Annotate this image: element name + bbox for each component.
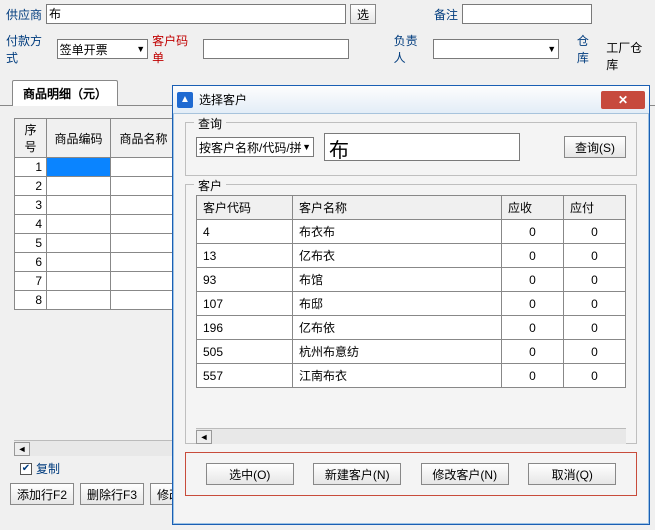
table-row[interactable]: 557江南布衣00 — [197, 364, 626, 388]
col-ap: 应付 — [564, 196, 626, 220]
col-index: 序号 — [15, 119, 47, 158]
scroll-left-icon[interactable]: ◄ — [196, 430, 212, 444]
customer-grid[interactable]: 客户代码 客户名称 应收 应付 4布衣布0013亿布衣0093布馆00107布邸… — [196, 195, 626, 388]
scroll-left-icon[interactable]: ◄ — [14, 442, 30, 456]
col-cust-name: 客户名称 — [293, 196, 502, 220]
query-by-value: 按客户名称/代码/拼 — [199, 139, 302, 156]
select-button[interactable]: 选 — [350, 4, 376, 24]
chevron-down-icon: ▼ — [136, 44, 145, 54]
pay-label: 付款方式 — [6, 32, 53, 66]
owner-combo[interactable]: ▼ — [433, 39, 559, 59]
col-cust-code: 客户代码 — [197, 196, 293, 220]
table-row[interactable]: 5 — [15, 234, 177, 253]
table-row[interactable]: 505杭州布意纺00 — [197, 340, 626, 364]
table-row[interactable]: 3 — [15, 196, 177, 215]
col-ar: 应收 — [502, 196, 564, 220]
tab-products[interactable]: 商品明细（元） — [12, 80, 118, 106]
dialog-title: 选择客户 — [199, 91, 247, 108]
table-row[interactable]: 4 — [15, 215, 177, 234]
edit-customer-button[interactable]: 修改客户(N) — [421, 463, 509, 485]
del-row-button[interactable]: 删除行F3 — [80, 483, 144, 505]
query-by-combo[interactable]: 按客户名称/代码/拼 ▼ — [196, 137, 314, 157]
chevron-down-icon: ▼ — [302, 142, 311, 152]
query-button[interactable]: 查询(S) — [564, 136, 626, 158]
table-row[interactable]: 6 — [15, 253, 177, 272]
owner-label: 负责人 — [394, 32, 429, 66]
cust-code-input[interactable] — [203, 39, 349, 59]
dialog-button-row: 选中(O) 新建客户(N) 修改客户(N) 取消(Q) — [185, 452, 637, 496]
query-group-title: 查询 — [194, 115, 226, 132]
select-customer-dialog: ▲ 选择客户 ✕ 查询 按客户名称/代码/拼 ▼ 布 查询(S) 客户 客户代码… — [172, 85, 650, 525]
remark-input[interactable] — [462, 4, 592, 24]
copy-label: 复制 — [36, 460, 60, 477]
supplier-label: 供应商 — [6, 6, 42, 23]
warehouse-label: 仓库 — [577, 32, 600, 66]
app-icon: ▲ — [177, 92, 193, 108]
select-button-dlg[interactable]: 选中(O) — [206, 463, 294, 485]
cancel-button[interactable]: 取消(Q) — [528, 463, 616, 485]
table-row[interactable]: 1 — [15, 158, 177, 177]
add-row-button[interactable]: 添加行F2 — [10, 483, 74, 505]
chevron-down-icon: ▼ — [547, 44, 556, 54]
cust-code-label: 客户码单 — [152, 32, 199, 66]
col-code: 商品编码 — [47, 119, 111, 158]
new-customer-button[interactable]: 新建客户(N) — [313, 463, 401, 485]
warehouse-value: 工厂仓库 — [604, 39, 649, 59]
table-row[interactable]: 196亿布依00 — [197, 316, 626, 340]
table-row[interactable]: 4布衣布00 — [197, 220, 626, 244]
checkbox-icon: ✔ — [20, 463, 32, 475]
remark-label: 备注 — [434, 6, 458, 23]
pay-combo[interactable]: 签单开票 ▼ — [57, 39, 149, 59]
close-button[interactable]: ✕ — [601, 91, 645, 109]
table-row[interactable]: 13亿布衣00 — [197, 244, 626, 268]
col-name: 商品名称 — [111, 119, 177, 158]
table-row[interactable]: 7 — [15, 272, 177, 291]
supplier-input[interactable]: 布 — [46, 4, 346, 24]
table-row[interactable]: 107布邸00 — [197, 292, 626, 316]
table-row[interactable]: 8 — [15, 291, 177, 310]
customer-group-title: 客户 — [194, 177, 226, 194]
table-row[interactable]: 2 — [15, 177, 177, 196]
table-row[interactable]: 93布馆00 — [197, 268, 626, 292]
products-grid[interactable]: 序号 商品编码 商品名称 12345678 — [14, 118, 177, 310]
pay-value: 签单开票 — [60, 41, 108, 58]
query-input[interactable]: 布 — [324, 133, 520, 161]
